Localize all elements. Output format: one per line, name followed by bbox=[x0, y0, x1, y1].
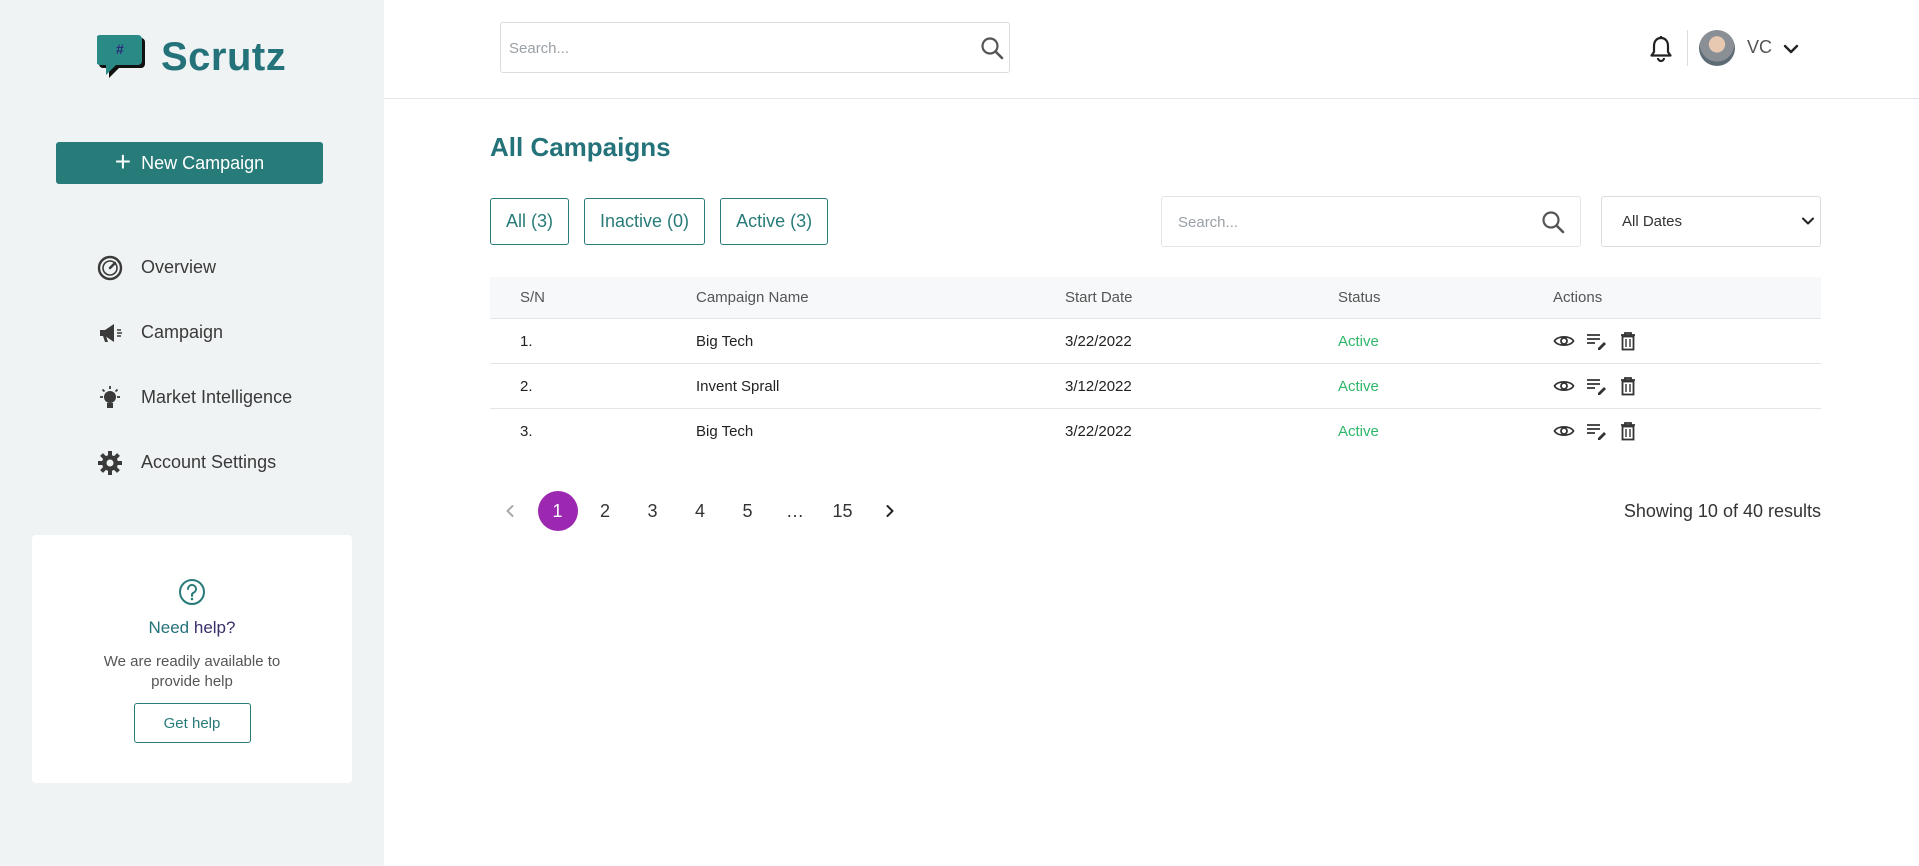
pagination-page-2[interactable]: 2 bbox=[585, 491, 625, 531]
campaign-filter-tabs: All (3) Inactive (0) Active (3) bbox=[490, 198, 829, 245]
search-icon[interactable] bbox=[1540, 209, 1566, 235]
eye-icon[interactable] bbox=[1553, 375, 1575, 397]
results-summary: Showing 10 of 40 results bbox=[1623, 501, 1821, 521]
row-actions bbox=[1553, 330, 1821, 352]
column-header-status: Status bbox=[1338, 289, 1381, 306]
row-status: Active bbox=[1338, 377, 1379, 395]
row-sn: 2. bbox=[520, 377, 533, 395]
sidebar-item-label: Account Settings bbox=[141, 452, 277, 472]
pagination-page-1[interactable]: 1 bbox=[537, 491, 578, 531]
tab-active[interactable]: Active (3) bbox=[720, 198, 829, 245]
tab-all[interactable]: All (3) bbox=[490, 198, 570, 245]
sidebar-nav: Overview Campaign Market Intelligence Ac… bbox=[97, 235, 292, 495]
pagination-page-4[interactable]: 4 bbox=[680, 491, 720, 531]
pagination-page-5[interactable]: 5 bbox=[728, 491, 768, 531]
table-row: 1. Big Tech 3/22/2022 Active bbox=[490, 319, 1821, 364]
gear-icon bbox=[97, 450, 123, 476]
row-start-date: 3/12/2022 bbox=[1065, 377, 1132, 395]
pagination-ellipsis: … bbox=[786, 500, 804, 521]
user-initials[interactable]: VC bbox=[1747, 37, 1772, 58]
row-status: Active bbox=[1338, 332, 1379, 350]
pagination-prev-chevron-left-icon[interactable] bbox=[490, 491, 530, 531]
column-header-actions: Actions bbox=[1553, 289, 1603, 306]
global-search-input[interactable] bbox=[507, 23, 918, 74]
help-title-prefix: Need bbox=[148, 618, 194, 637]
table-row: 2. Invent Sprall 3/12/2022 Active bbox=[490, 364, 1821, 409]
divider bbox=[1687, 30, 1688, 66]
help-title-highlight: help? bbox=[193, 618, 236, 637]
trash-icon[interactable] bbox=[1617, 375, 1639, 397]
chevron-down-icon bbox=[1802, 217, 1814, 225]
row-campaign-name: Big Tech bbox=[696, 422, 754, 440]
row-campaign-name: Invent Sprall bbox=[696, 377, 780, 395]
edit-icon[interactable] bbox=[1585, 375, 1607, 397]
row-start-date: 3/22/2022 bbox=[1065, 332, 1132, 350]
column-header-start-date: Start Date bbox=[1065, 289, 1133, 306]
campaign-search-input[interactable] bbox=[1176, 197, 1515, 248]
campaigns-table: S/N Campaign Name Start Date Status Acti… bbox=[490, 277, 1821, 453]
edit-icon[interactable] bbox=[1585, 420, 1607, 442]
pagination-next-chevron-right-icon[interactable] bbox=[870, 491, 910, 531]
sidebar-item-overview[interactable]: Overview bbox=[97, 235, 292, 300]
sidebar-item-label: Campaign bbox=[141, 322, 224, 342]
column-header-campaign-name: Campaign Name bbox=[696, 289, 809, 306]
help-card: Need help? We are readily available to p… bbox=[32, 535, 352, 783]
search-icon[interactable] bbox=[979, 35, 1005, 61]
table-row: 3. Big Tech 3/22/2022 Active bbox=[490, 409, 1821, 453]
pagination-page-15[interactable]: 15 bbox=[823, 491, 863, 531]
sidebar-item-label: Overview bbox=[141, 257, 217, 277]
question-circle-icon bbox=[178, 578, 206, 606]
page-title: All Campaigns bbox=[490, 132, 671, 162]
logo[interactable]: # Scrutz bbox=[97, 32, 286, 82]
chevron-down-icon[interactable] bbox=[1782, 40, 1800, 58]
svg-text:#: # bbox=[116, 41, 124, 57]
campaign-search bbox=[1161, 196, 1581, 248]
tab-inactive[interactable]: Inactive (0) bbox=[584, 198, 706, 245]
new-campaign-button[interactable]: + New Campaign bbox=[56, 142, 323, 184]
logo-chat-bubble-icon: # bbox=[97, 35, 145, 78]
sidebar-item-label: Market Intelligence bbox=[141, 387, 293, 407]
row-sn: 3. bbox=[520, 422, 533, 440]
bell-icon[interactable] bbox=[1648, 35, 1674, 63]
trash-icon[interactable] bbox=[1617, 330, 1639, 352]
megaphone-icon bbox=[97, 320, 123, 346]
avatar[interactable] bbox=[1699, 30, 1735, 66]
row-actions bbox=[1553, 375, 1821, 397]
trash-icon[interactable] bbox=[1617, 420, 1639, 442]
global-search bbox=[500, 22, 1010, 74]
eye-icon[interactable] bbox=[1553, 330, 1575, 352]
help-description: We are readily available to provide help bbox=[103, 653, 281, 690]
row-sn: 1. bbox=[520, 332, 533, 350]
eye-icon[interactable] bbox=[1553, 420, 1575, 442]
column-header-sn: S/N bbox=[520, 289, 546, 306]
get-help-button[interactable]: Get help bbox=[133, 703, 251, 743]
sidebar-item-campaign[interactable]: Campaign bbox=[97, 300, 292, 365]
date-filter-select[interactable]: All Dates bbox=[1601, 196, 1821, 247]
top-bar: VC bbox=[384, 0, 1919, 99]
date-filter-value: All Dates bbox=[1622, 213, 1683, 230]
sidebar: # Scrutz + New Campaign Overview Campaig… bbox=[0, 0, 384, 866]
pagination: 1 2 3 4 5 … 15 bbox=[490, 491, 918, 531]
speedometer-icon bbox=[97, 255, 123, 281]
lightbulb-icon bbox=[97, 385, 123, 411]
pagination-page-3[interactable]: 3 bbox=[633, 491, 673, 531]
row-campaign-name: Big Tech bbox=[696, 332, 754, 350]
row-actions bbox=[1553, 420, 1821, 442]
help-title: Need help? bbox=[32, 618, 352, 638]
table-header: S/N Campaign Name Start Date Status Acti… bbox=[490, 277, 1821, 319]
logo-text: Scrutz bbox=[161, 34, 287, 79]
sidebar-item-account-settings[interactable]: Account Settings bbox=[97, 430, 292, 495]
edit-icon[interactable] bbox=[1585, 330, 1607, 352]
row-status: Active bbox=[1338, 422, 1379, 440]
row-start-date: 3/22/2022 bbox=[1065, 422, 1132, 440]
plus-icon: + bbox=[114, 145, 132, 177]
sidebar-item-market-intelligence[interactable]: Market Intelligence bbox=[97, 365, 292, 430]
new-campaign-label: New Campaign bbox=[141, 152, 265, 173]
